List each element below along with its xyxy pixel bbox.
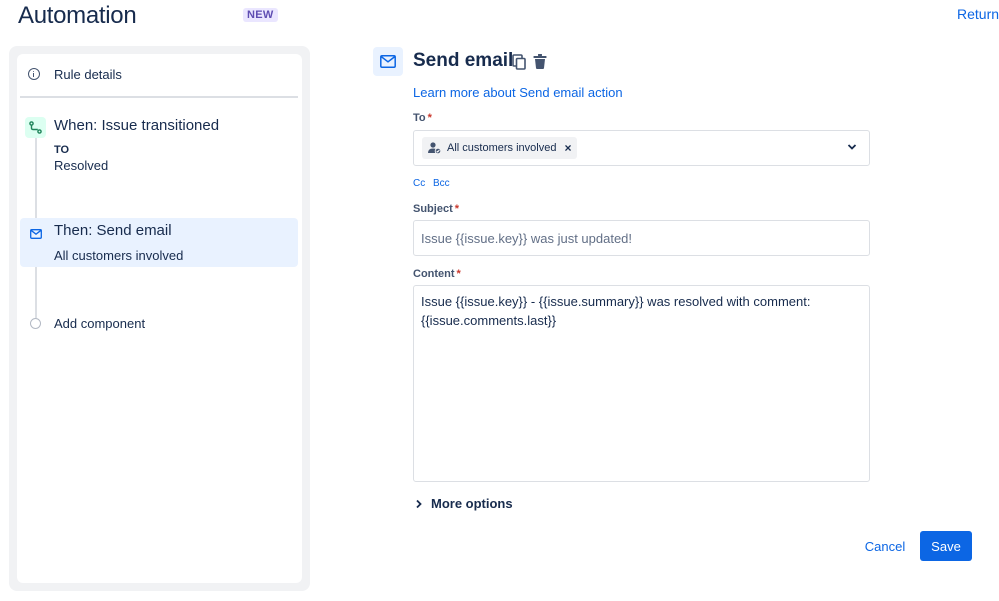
bcc-link[interactable]: Bcc [433,178,450,189]
more-options-toggle[interactable]: More options [415,496,513,511]
to-label-text: To [413,112,426,124]
trigger-title[interactable]: When: Issue transitioned [54,117,219,134]
chevron-right-icon [416,499,422,508]
user-check-icon [428,142,441,154]
to-select[interactable]: All customers involved × [413,130,870,166]
page-title: Automation [18,2,137,29]
learn-more-link[interactable]: Learn more about Send email action [413,85,623,100]
transition-icon [25,117,46,138]
recipient-chip-label: All customers involved [447,142,557,154]
cc-link[interactable]: Cc [413,178,425,189]
subject-label-text: Subject [413,203,453,215]
required-marker: * [454,203,460,215]
mail-icon [373,47,403,76]
copy-icon[interactable] [512,54,526,70]
action-subtitle: All customers involved [54,248,184,263]
subject-field-label: Subject * [413,203,459,215]
new-badge: NEW [243,8,278,22]
add-component-button[interactable]: Add component [54,316,145,331]
required-marker: * [456,268,461,280]
required-marker: * [427,112,432,124]
remove-chip-icon[interactable]: × [564,141,571,155]
chevron-down-icon[interactable] [847,143,857,151]
trigger-status: Resolved [54,158,109,173]
mail-icon [29,227,42,240]
trash-icon[interactable] [533,54,547,69]
subject-input[interactable] [413,220,870,256]
trigger-to-label: TO [54,144,70,156]
save-button[interactable]: Save [920,531,972,561]
sidebar-divider [20,96,298,98]
content-label-text: Content [413,268,455,280]
content-textarea[interactable]: Issue {{issue.key}} - {{issue.summary}} … [413,285,870,482]
recipient-chip: All customers involved × [422,137,578,159]
add-component-dot-icon [30,318,41,329]
action-title[interactable]: Then: Send email [54,222,172,239]
more-options-label: More options [431,496,513,511]
cancel-button[interactable]: Cancel [856,531,914,561]
content-field-label: Content * [413,268,461,280]
to-field-label: To * [413,112,432,124]
return-link[interactable]: Return [957,6,999,22]
section-title: Send email [413,50,514,71]
rule-details-label: Rule details [54,66,122,82]
rule-details-item[interactable]: Rule details [28,64,122,84]
info-icon [28,68,40,80]
